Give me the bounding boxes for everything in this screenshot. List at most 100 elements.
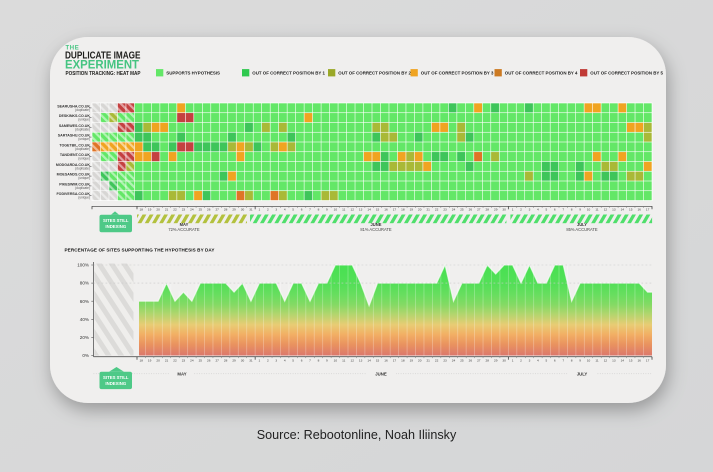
svg-text:11: 11 — [595, 208, 598, 212]
svg-text:13: 13 — [359, 208, 363, 212]
svg-text:1: 1 — [512, 208, 514, 212]
svg-text:22: 22 — [435, 208, 439, 212]
svg-text:POSITION TRACKING: HEAT MAP: POSITION TRACKING: HEAT MAP — [66, 71, 142, 77]
svg-text:1: 1 — [259, 208, 261, 212]
svg-text:15: 15 — [376, 208, 380, 212]
svg-text:28: 28 — [224, 358, 228, 362]
svg-text:27: 27 — [215, 358, 219, 362]
svg-text:23: 23 — [182, 358, 186, 362]
svg-text:23: 23 — [182, 208, 186, 212]
svg-text:(duplicate): (duplicate) — [75, 108, 90, 112]
svg-text:(unique): (unique) — [78, 137, 90, 141]
svg-text:3: 3 — [275, 358, 277, 362]
svg-text:11: 11 — [595, 358, 598, 362]
svg-text:18: 18 — [139, 358, 143, 362]
svg-text:18: 18 — [401, 358, 405, 362]
svg-text:29: 29 — [494, 358, 498, 362]
svg-text:SITES STILL: SITES STILL — [103, 218, 129, 223]
svg-text:2: 2 — [520, 358, 522, 362]
svg-text:60%: 60% — [80, 299, 89, 304]
svg-text:18: 18 — [401, 208, 405, 212]
svg-text:2: 2 — [267, 208, 269, 212]
svg-text:14: 14 — [367, 358, 371, 362]
svg-text:16: 16 — [637, 208, 641, 212]
svg-text:40%: 40% — [80, 317, 89, 322]
svg-text:18: 18 — [139, 208, 143, 212]
svg-text:19: 19 — [148, 358, 152, 362]
svg-text:26: 26 — [207, 208, 211, 212]
svg-text:JULY: JULY — [577, 372, 588, 377]
svg-text:24: 24 — [190, 208, 194, 212]
svg-text:85% ACCURATE: 85% ACCURATE — [566, 227, 598, 232]
svg-text:15: 15 — [629, 208, 633, 212]
svg-text:30: 30 — [502, 208, 506, 212]
svg-text:11: 11 — [342, 358, 345, 362]
svg-text:25: 25 — [199, 208, 203, 212]
svg-text:7: 7 — [309, 358, 311, 362]
svg-text:Source: Rebootonline, Noah Ili: Source: Rebootonline, Noah Iliinsky — [257, 428, 457, 442]
svg-text:(duplicate): (duplicate) — [75, 127, 90, 131]
svg-text:10: 10 — [334, 208, 338, 212]
svg-text:OUT OF CORRECT POSITION BY 1: OUT OF CORRECT POSITION BY 1 — [252, 70, 325, 75]
svg-text:3: 3 — [529, 208, 531, 212]
svg-text:29: 29 — [232, 358, 236, 362]
svg-text:17: 17 — [393, 358, 397, 362]
svg-text:13: 13 — [612, 358, 616, 362]
svg-text:27: 27 — [477, 358, 481, 362]
svg-text:31: 31 — [249, 208, 253, 212]
svg-text:26: 26 — [207, 358, 211, 362]
svg-text:25: 25 — [460, 358, 464, 362]
svg-text:8: 8 — [571, 358, 573, 362]
svg-text:5: 5 — [292, 358, 294, 362]
svg-text:4: 4 — [284, 358, 286, 362]
svg-text:19: 19 — [410, 358, 414, 362]
svg-text:25: 25 — [199, 358, 203, 362]
svg-text:(duplicate): (duplicate) — [75, 186, 90, 190]
svg-text:(unique): (unique) — [78, 196, 90, 200]
svg-text:81% ACCURATE: 81% ACCURATE — [360, 227, 392, 232]
svg-text:30: 30 — [241, 358, 245, 362]
svg-text:30: 30 — [502, 358, 506, 362]
svg-text:8: 8 — [318, 358, 320, 362]
svg-text:INDEXING: INDEXING — [105, 224, 126, 229]
svg-text:OUT OF CORRECT POSITION BY 2: OUT OF CORRECT POSITION BY 2 — [338, 70, 411, 75]
svg-text:PERCENTAGE OF SITES SUPPORTING: PERCENTAGE OF SITES SUPPORTING THE HYPOT… — [65, 248, 215, 253]
svg-text:OUT OF CORRECT POSITION BY 3: OUT OF CORRECT POSITION BY 3 — [421, 70, 494, 75]
svg-text:(duplicate): (duplicate) — [75, 166, 90, 170]
svg-text:EXPERIMENT: EXPERIMENT — [65, 58, 140, 72]
svg-text:14: 14 — [621, 208, 625, 212]
svg-text:13: 13 — [612, 208, 616, 212]
svg-text:2: 2 — [267, 358, 269, 362]
svg-text:(unique): (unique) — [78, 118, 90, 122]
svg-text:12: 12 — [350, 358, 354, 362]
svg-text:9: 9 — [326, 358, 328, 362]
svg-text:7: 7 — [562, 358, 564, 362]
svg-text:11: 11 — [342, 208, 345, 212]
svg-text:INDEXING: INDEXING — [105, 381, 126, 386]
svg-text:10: 10 — [587, 358, 591, 362]
svg-text:8: 8 — [318, 208, 320, 212]
svg-text:12: 12 — [350, 208, 354, 212]
svg-text:24: 24 — [190, 358, 194, 362]
svg-text:30: 30 — [241, 208, 245, 212]
svg-text:9: 9 — [579, 208, 581, 212]
svg-text:3: 3 — [275, 208, 277, 212]
svg-text:16: 16 — [637, 358, 641, 362]
svg-text:14: 14 — [621, 358, 625, 362]
svg-text:21: 21 — [426, 208, 430, 212]
svg-text:10: 10 — [587, 208, 591, 212]
svg-text:16: 16 — [384, 208, 388, 212]
svg-text:8: 8 — [571, 208, 573, 212]
svg-text:5: 5 — [292, 208, 294, 212]
svg-text:21: 21 — [165, 358, 169, 362]
svg-text:6: 6 — [554, 208, 556, 212]
svg-text:80%: 80% — [80, 281, 89, 286]
svg-text:27: 27 — [477, 208, 481, 212]
svg-text:20: 20 — [418, 208, 422, 212]
svg-text:10: 10 — [334, 358, 338, 362]
svg-text:26: 26 — [469, 358, 473, 362]
svg-text:29: 29 — [494, 208, 498, 212]
svg-text:24: 24 — [452, 208, 456, 212]
svg-text:17: 17 — [646, 208, 650, 212]
svg-text:22: 22 — [173, 358, 177, 362]
